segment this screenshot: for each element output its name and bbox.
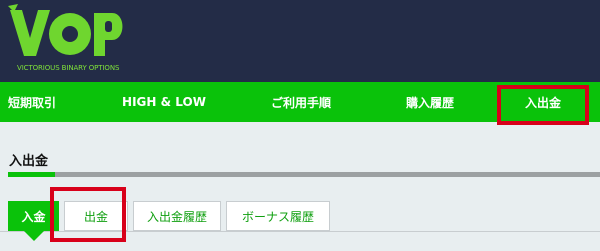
logo-tagline: VICTORIOUS BINARY OPTIONS — [17, 64, 120, 72]
site-header: VICTORIOUS BINARY OPTIONS — [0, 0, 600, 82]
tab-deposit-withdrawal-history[interactable]: 入出金履歴 — [133, 201, 221, 231]
tab-bonus-history[interactable]: ボーナス履歴 — [226, 201, 330, 231]
nav-item-high-low[interactable]: HIGH & LOW — [100, 82, 228, 122]
logo-mark — [8, 4, 123, 56]
nav-item-usage-guide[interactable]: ご利用手順 — [228, 82, 374, 122]
nav-item-purchase-history[interactable]: 購入履歴 — [374, 82, 486, 122]
vop-logo[interactable]: VICTORIOUS BINARY OPTIONS — [8, 4, 128, 78]
nav-item-short-term[interactable]: 短期取引 — [0, 82, 100, 122]
nav-highlight-box — [497, 85, 589, 125]
section-progress-fill — [8, 172, 56, 177]
page-title: 入出金 — [9, 154, 49, 169]
active-tab-pointer — [24, 231, 44, 241]
section-progress-bar — [8, 172, 600, 177]
tab-highlight-box — [50, 187, 126, 242]
